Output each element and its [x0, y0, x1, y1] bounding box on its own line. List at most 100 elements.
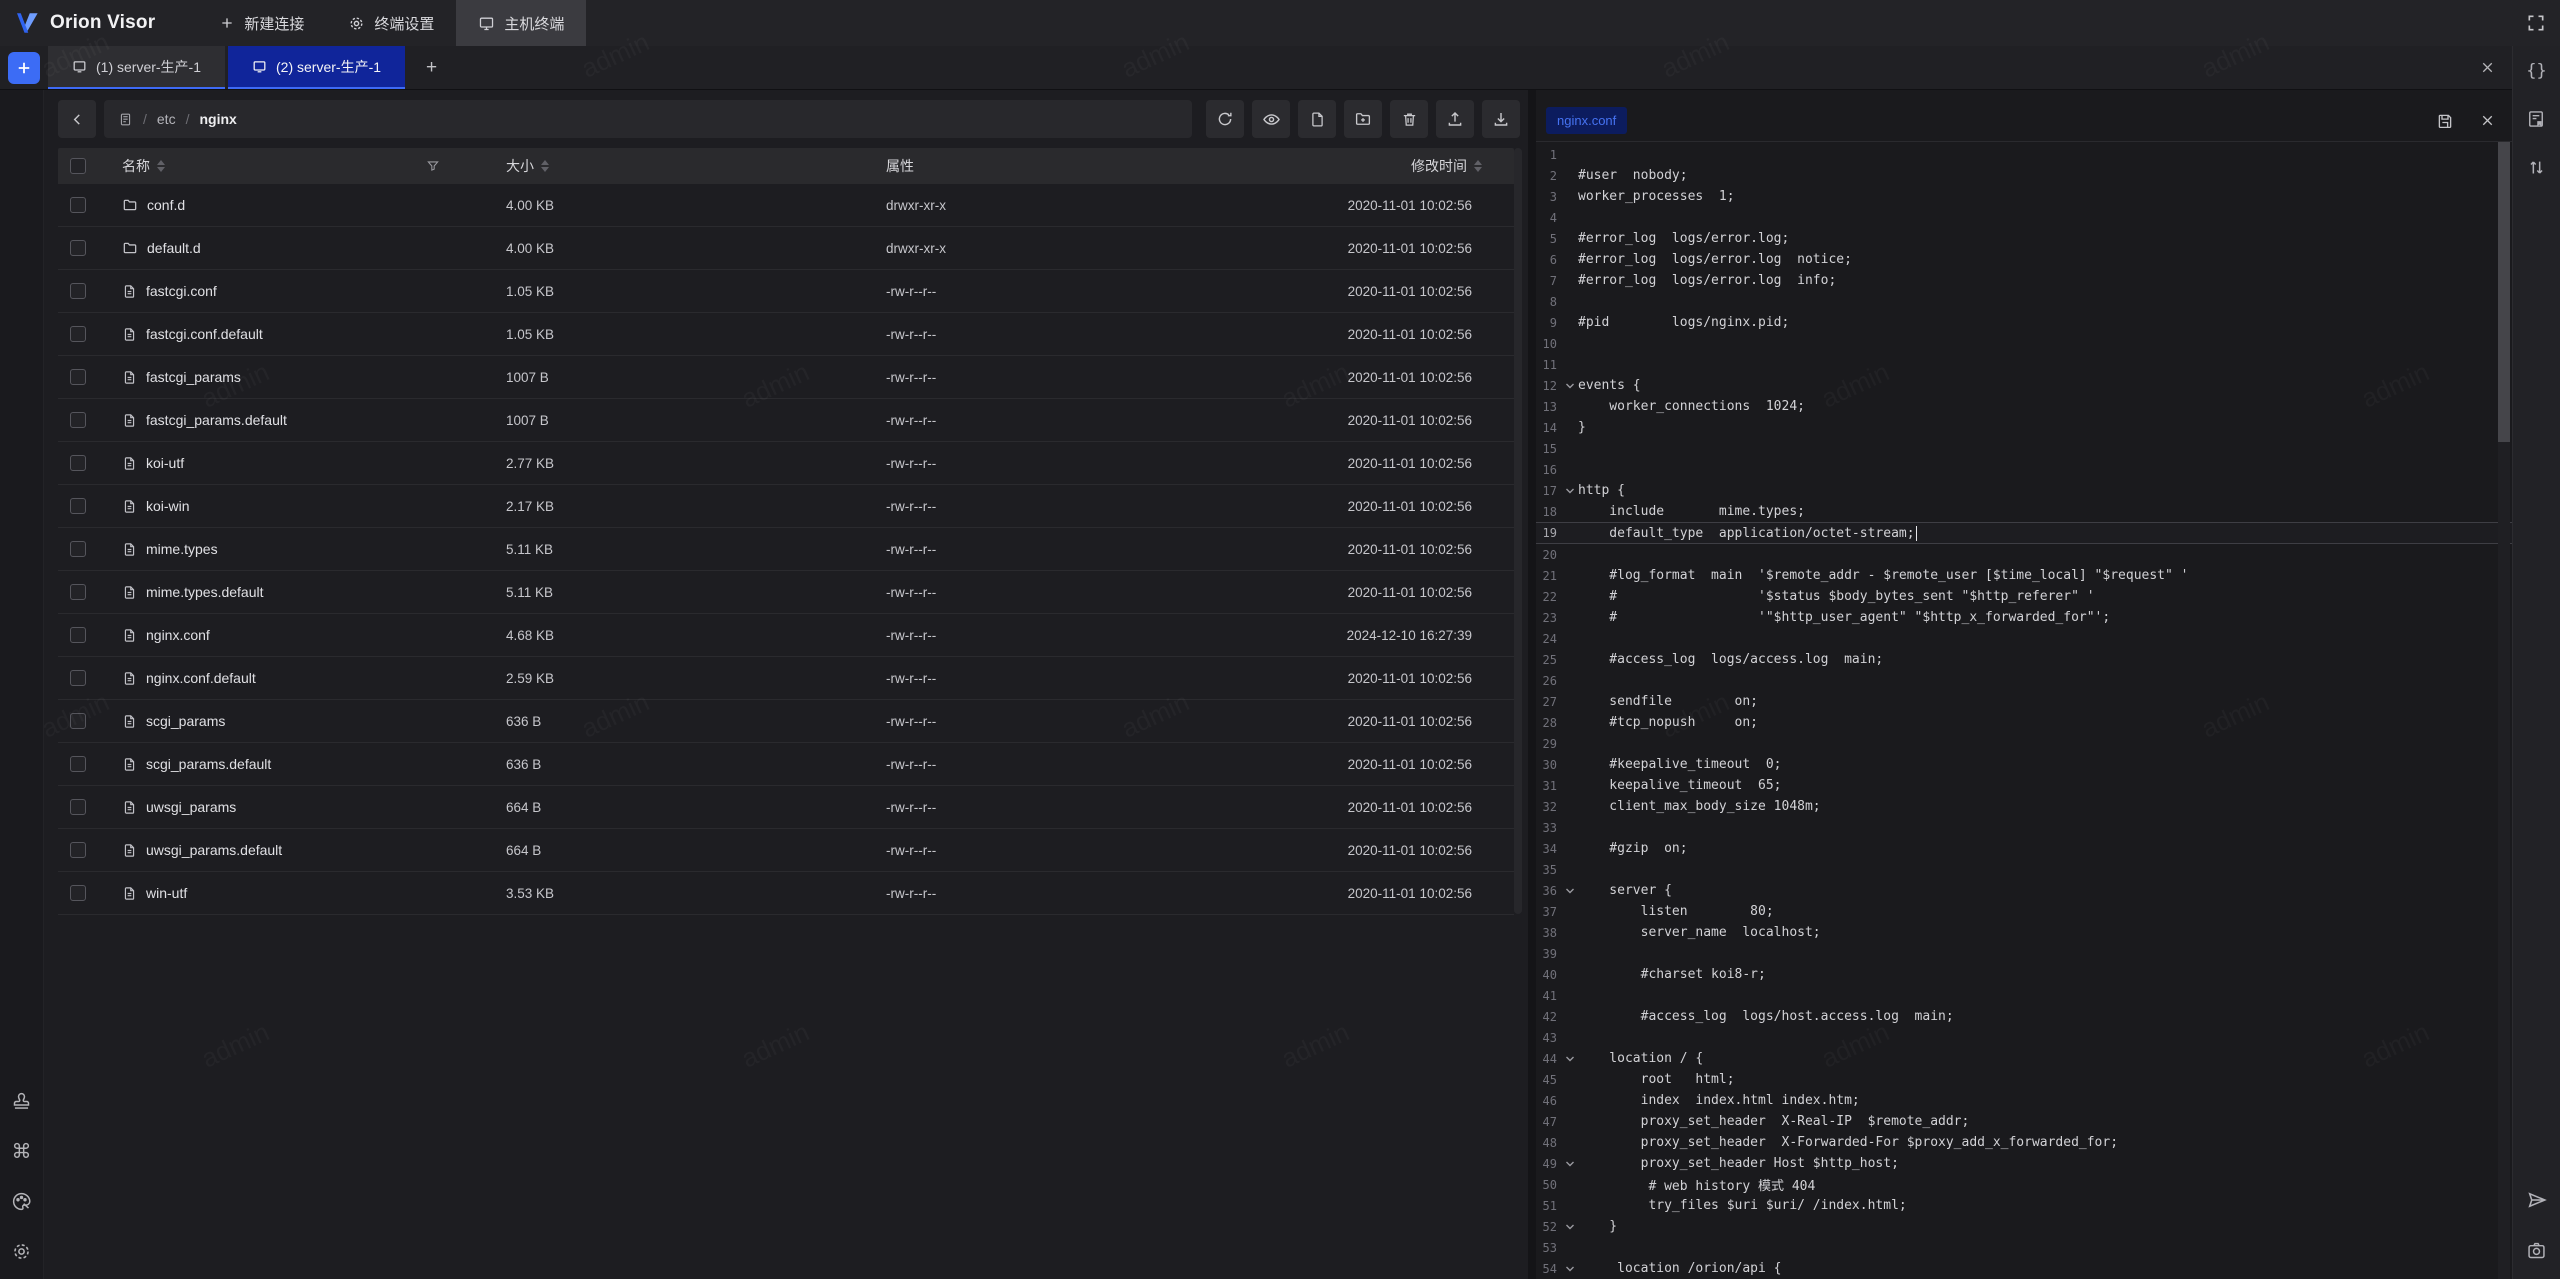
file-row[interactable]: conf.d 4.00 KB drwxr-xr-x 2020-11-01 10:…: [58, 184, 1514, 227]
row-checkbox[interactable]: [70, 498, 86, 514]
fold-toggle[interactable]: [1562, 234, 1578, 244]
fold-toggle[interactable]: [1562, 802, 1578, 812]
fold-toggle[interactable]: [1562, 192, 1578, 202]
fold-toggle[interactable]: [1562, 444, 1578, 454]
code-line[interactable]: 1: [1536, 144, 2512, 165]
code-line[interactable]: 54 location /orion/api {: [1536, 1258, 2512, 1279]
fold-toggle[interactable]: [1562, 1138, 1578, 1148]
tab-server-1[interactable]: (1) server-生产-1: [48, 46, 225, 89]
fold-toggle[interactable]: [1562, 276, 1578, 286]
fold-toggle[interactable]: [1562, 1075, 1578, 1085]
code-line[interactable]: 37 listen 80;: [1536, 901, 2512, 922]
code-line[interactable]: 45 root html;: [1536, 1069, 2512, 1090]
fold-toggle[interactable]: [1562, 1117, 1578, 1127]
back-button[interactable]: [58, 100, 96, 138]
breadcrumb-segment-etc[interactable]: etc: [157, 111, 176, 127]
fold-toggle[interactable]: [1562, 1243, 1578, 1253]
code-line[interactable]: 18 include mime.types;: [1536, 501, 2512, 522]
file-row[interactable]: fastcgi_params 1007 B -rw-r--r-- 2020-11…: [58, 356, 1514, 399]
code-line[interactable]: 52 }: [1536, 1216, 2512, 1237]
stamp-icon[interactable]: [11, 1089, 32, 1113]
fold-toggle[interactable]: [1562, 1222, 1578, 1232]
code-line[interactable]: 17 http {: [1536, 480, 2512, 501]
fold-toggle[interactable]: [1562, 360, 1578, 370]
code-line[interactable]: 5 #error_log logs/error.log;: [1536, 228, 2512, 249]
fold-toggle[interactable]: [1562, 1159, 1578, 1169]
fold-toggle[interactable]: [1562, 528, 1578, 538]
sort-size-control[interactable]: [541, 160, 549, 172]
send-icon[interactable]: [2526, 1189, 2548, 1211]
path-breadcrumb[interactable]: / etc / nginx: [104, 100, 1192, 138]
fold-toggle[interactable]: [1562, 171, 1578, 181]
code-line[interactable]: 46 index index.html index.htm;: [1536, 1090, 2512, 1111]
code-line[interactable]: 40 #charset koi8-r;: [1536, 964, 2512, 985]
fold-toggle[interactable]: [1562, 402, 1578, 412]
row-checkbox[interactable]: [70, 455, 86, 471]
fold-toggle[interactable]: [1562, 1096, 1578, 1106]
fold-toggle[interactable]: [1562, 718, 1578, 728]
code-line[interactable]: 13 worker_connections 1024;: [1536, 396, 2512, 417]
code-line[interactable]: 26: [1536, 670, 2512, 691]
row-checkbox[interactable]: [70, 369, 86, 385]
fold-toggle[interactable]: [1562, 865, 1578, 875]
file-row[interactable]: koi-win 2.17 KB -rw-r--r-- 2020-11-01 10…: [58, 485, 1514, 528]
preview-button[interactable]: [1252, 100, 1290, 138]
code-line[interactable]: 42 #access_log logs/host.access.log main…: [1536, 1006, 2512, 1027]
code-line[interactable]: 51 try_files $uri $uri/ /index.html;: [1536, 1195, 2512, 1216]
code-line[interactable]: 3 worker_processes 1;: [1536, 186, 2512, 207]
fold-toggle[interactable]: [1562, 844, 1578, 854]
file-row[interactable]: uwsgi_params.default 664 B -rw-r--r-- 20…: [58, 829, 1514, 872]
code-line[interactable]: 30 #keepalive_timeout 0;: [1536, 754, 2512, 775]
fold-toggle[interactable]: [1562, 486, 1578, 496]
code-line[interactable]: 2 #user nobody;: [1536, 165, 2512, 186]
file-row[interactable]: mime.types 5.11 KB -rw-r--r-- 2020-11-01…: [58, 528, 1514, 571]
fold-toggle[interactable]: [1562, 886, 1578, 896]
code-line[interactable]: 48 proxy_set_header X-Forwarded-For $pro…: [1536, 1132, 2512, 1153]
file-list-scrollbar[interactable]: [1514, 148, 1522, 914]
code-line[interactable]: 20: [1536, 544, 2512, 565]
menu-new-connection[interactable]: 新建连接: [197, 0, 326, 46]
code-line[interactable]: 44 location / {: [1536, 1048, 2512, 1069]
code-line[interactable]: 39: [1536, 943, 2512, 964]
fold-toggle[interactable]: [1562, 339, 1578, 349]
select-all-checkbox[interactable]: [70, 158, 86, 174]
close-editor-button[interactable]: [2474, 108, 2500, 134]
code-line[interactable]: 32 client_max_body_size 1048m;: [1536, 796, 2512, 817]
menu-terminal-settings[interactable]: 终端设置: [326, 0, 456, 46]
row-checkbox[interactable]: [70, 283, 86, 299]
row-checkbox[interactable]: [70, 541, 86, 557]
fold-toggle[interactable]: [1562, 381, 1578, 391]
fold-toggle[interactable]: [1562, 697, 1578, 707]
row-checkbox[interactable]: [70, 885, 86, 901]
code-line[interactable]: 12 events {: [1536, 375, 2512, 396]
palette-icon[interactable]: [11, 1189, 32, 1213]
code-line[interactable]: 53: [1536, 1237, 2512, 1258]
code-line[interactable]: 4: [1536, 207, 2512, 228]
fold-toggle[interactable]: [1562, 1054, 1578, 1064]
fold-toggle[interactable]: [1562, 655, 1578, 665]
file-row[interactable]: fastcgi.conf.default 1.05 KB -rw-r--r-- …: [58, 313, 1514, 356]
file-row[interactable]: koi-utf 2.77 KB -rw-r--r-- 2020-11-01 10…: [58, 442, 1514, 485]
file-row[interactable]: mime.types.default 5.11 KB -rw-r--r-- 20…: [58, 571, 1514, 614]
row-checkbox[interactable]: [70, 713, 86, 729]
fold-toggle[interactable]: [1562, 255, 1578, 265]
editor-scrollbar-track[interactable]: [2498, 142, 2510, 1279]
code-line[interactable]: 28 #tcp_nopush on;: [1536, 712, 2512, 733]
braces-icon[interactable]: {}: [2526, 60, 2546, 82]
fold-toggle[interactable]: [1562, 907, 1578, 917]
row-checkbox[interactable]: [70, 240, 86, 256]
code-line[interactable]: 29: [1536, 733, 2512, 754]
delete-button[interactable]: [1390, 100, 1428, 138]
code-line[interactable]: 16: [1536, 459, 2512, 480]
code-line[interactable]: 14 }: [1536, 417, 2512, 438]
row-checkbox[interactable]: [70, 627, 86, 643]
save-file-button[interactable]: [2432, 108, 2458, 134]
file-row[interactable]: scgi_params 636 B -rw-r--r-- 2020-11-01 …: [58, 700, 1514, 743]
code-line[interactable]: 15: [1536, 438, 2512, 459]
code-line[interactable]: 25 #access_log logs/access.log main;: [1536, 649, 2512, 670]
code-line[interactable]: 10: [1536, 333, 2512, 354]
fold-toggle[interactable]: [1562, 1180, 1578, 1190]
code-line[interactable]: 49 proxy_set_header Host $http_host;: [1536, 1153, 2512, 1174]
code-line[interactable]: 36 server {: [1536, 880, 2512, 901]
code-editor[interactable]: 1 2 #user nobody; 3 worker_processes 1; …: [1536, 142, 2512, 1279]
